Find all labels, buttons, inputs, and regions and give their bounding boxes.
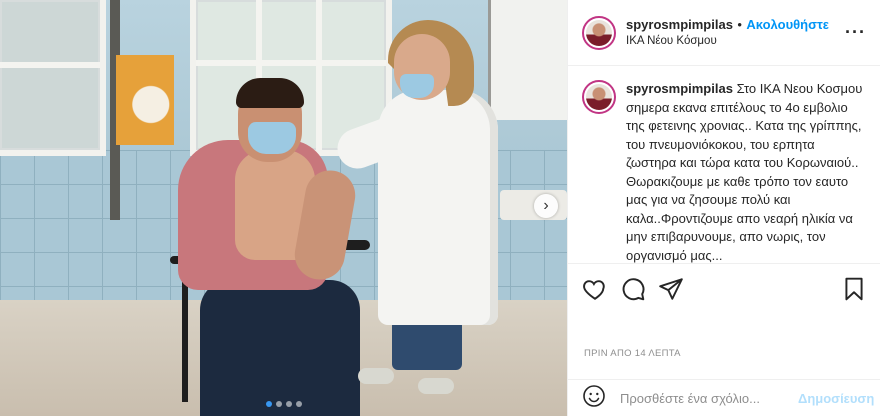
carousel-next-button[interactable]: › xyxy=(534,194,558,218)
post-comment-button[interactable]: Δημοσίευση xyxy=(798,391,874,406)
man-face-mask xyxy=(248,122,296,154)
comment-bar: Δημοσίευση xyxy=(568,379,880,416)
more-options-icon[interactable]: ··· xyxy=(845,22,866,43)
comment-input[interactable] xyxy=(618,389,798,407)
timestamp[interactable]: ΠΡΙΝ ΑΠΟ 14 ΛΕΠΤΑ xyxy=(584,348,681,359)
speech-bubble-icon[interactable] xyxy=(620,276,646,302)
follow-button[interactable]: Ακολουθήστε xyxy=(746,17,829,32)
caption: spyrosmpimpilas Στο ΙΚΑ Νεου Κοσμου σημε… xyxy=(568,66,880,263)
window-left xyxy=(0,0,106,156)
post-side-panel: spyrosmpimpilas • Ακολουθήστε ΙΚΑ Νέου Κ… xyxy=(567,0,880,416)
post-photo[interactable]: › xyxy=(0,0,567,416)
man-trousers xyxy=(200,280,360,416)
smiley-icon[interactable] xyxy=(582,384,606,413)
avatar[interactable] xyxy=(582,15,616,50)
nurse-face-mask xyxy=(400,74,434,98)
nurse-jeans xyxy=(392,320,462,370)
carousel-dot xyxy=(285,401,292,407)
post-header: spyrosmpimpilas • Ακολουθήστε ΙΚΑ Νέου Κ… xyxy=(568,0,880,66)
carousel-dot xyxy=(295,401,302,407)
bookmark-icon[interactable] xyxy=(841,276,867,302)
nurse-shoe xyxy=(358,368,394,384)
caption-text: Στο ΙΚΑ Νεου Κοσμου σημερα εκανα επιτέλο… xyxy=(626,81,863,263)
heart-icon[interactable] xyxy=(582,276,608,302)
caption-username[interactable]: spyrosmpimpilas xyxy=(626,81,733,96)
wall-cabinet xyxy=(488,0,567,120)
wall-painting xyxy=(116,55,174,145)
man-hair xyxy=(236,78,304,108)
nurse-shoe xyxy=(418,378,454,394)
paper-plane-icon[interactable] xyxy=(658,276,684,302)
location-link[interactable]: ΙΚΑ Νέου Κόσμου xyxy=(626,33,845,49)
separator: • xyxy=(737,16,742,32)
carousel-indicator xyxy=(0,401,567,407)
carousel-dot-active xyxy=(265,401,272,407)
post-actions: ΠΡΙΝ ΑΠΟ 14 ΛΕΠΤΑ xyxy=(568,263,880,379)
caption-avatar[interactable] xyxy=(582,80,616,114)
chevron-right-icon: › xyxy=(543,197,549,214)
carousel-dot xyxy=(275,401,282,407)
instagram-post: › spyrosmpimpilas • Ακολουθήστε ΙΚΑ Νέου… xyxy=(0,0,880,416)
username-link[interactable]: spyrosmpimpilas xyxy=(626,17,733,32)
